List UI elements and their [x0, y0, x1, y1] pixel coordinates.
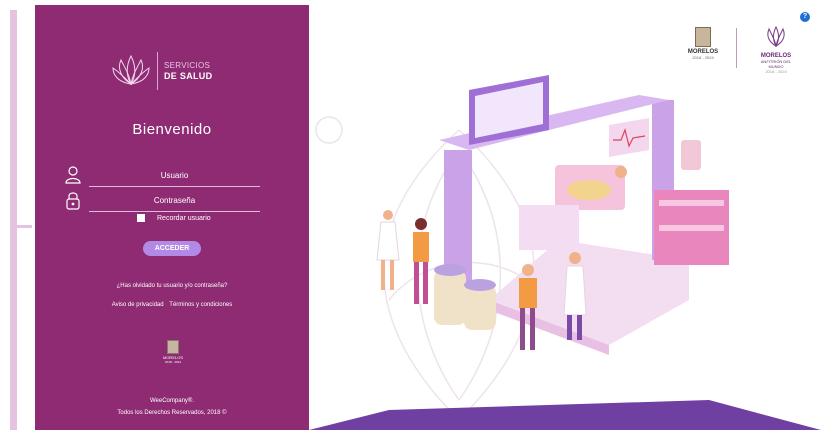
- hospital-illustration: [309, 75, 821, 430]
- morelos-crest-icon: [695, 27, 711, 47]
- password-underline: [89, 211, 260, 212]
- login-button[interactable]: ACCEDER: [143, 241, 201, 256]
- footer-morelos-logo: MORELOS 2018 - 2024: [161, 340, 185, 368]
- username-field: [65, 165, 260, 187]
- brand-divider: [736, 28, 737, 68]
- brand-right-subtitle: ANFITRIÓN DEL MUNDO: [760, 59, 792, 69]
- legal-links: Aviso de privacidad Términos y condicion…: [35, 302, 309, 308]
- morelos-crest-icon: [167, 340, 179, 354]
- welcome-heading: Bienvenido: [132, 121, 212, 138]
- footer-logo-years: 2018 - 2024: [164, 360, 181, 364]
- brand-left-years: 2018 - 2024: [692, 55, 714, 60]
- company-name: WeeCompany®.: [150, 398, 194, 404]
- remember-row: Recordar usuario: [137, 214, 211, 222]
- servicios-de-salud-logo: SERVICIOS DE SALUD: [111, 49, 241, 93]
- user-icon: [65, 166, 81, 184]
- morelos-lotus-icon: [767, 25, 785, 48]
- forgot-link[interactable]: ¿Has olvidado tu usuario y/o contraseña?: [35, 283, 309, 289]
- login-panel: SERVICIOS DE SALUD Bienvenido Recordar u…: [35, 5, 309, 430]
- help-icon[interactable]: ?: [800, 12, 810, 22]
- remember-checkbox[interactable]: [137, 214, 145, 222]
- remember-label: Recordar usuario: [157, 214, 211, 222]
- lock-icon: [66, 192, 80, 210]
- terms-link[interactable]: Términos y condiciones: [169, 302, 232, 308]
- logo-line1: SERVICIOS: [164, 61, 211, 70]
- copyright: Todos los Derechos Reservados, 2018 ©: [117, 410, 227, 416]
- morelos-anfitrion-brand: MORELOS ANFITRIÓN DEL MUNDO 2018 - 2024: [756, 25, 796, 74]
- illustration-area: [309, 0, 821, 430]
- username-underline: [89, 186, 260, 187]
- morelos-brand: MORELOS 2018 - 2024: [683, 27, 723, 60]
- logo-line2: DE SALUD: [164, 71, 213, 81]
- accent-notch: [10, 225, 32, 228]
- brand-right-years: 2018 - 2024: [765, 69, 787, 74]
- logo-divider: [157, 52, 158, 90]
- username-input[interactable]: [89, 167, 260, 183]
- lotus-logo-icon: [112, 54, 150, 86]
- privacy-link[interactable]: Aviso de privacidad: [112, 302, 164, 308]
- password-field: [65, 190, 260, 212]
- left-accent-bar: [10, 10, 32, 430]
- password-input[interactable]: [89, 192, 260, 208]
